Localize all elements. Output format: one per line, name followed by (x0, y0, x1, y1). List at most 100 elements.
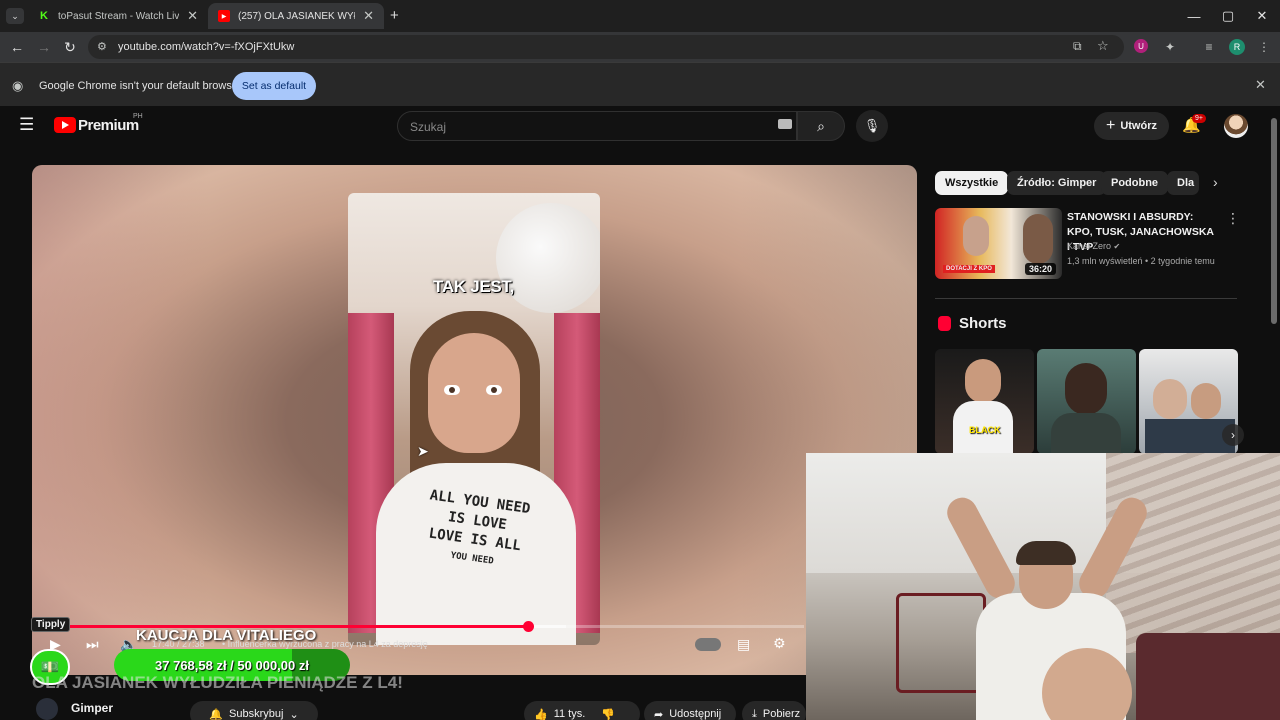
set-as-default-button[interactable]: Set as default (232, 72, 316, 100)
microphone-icon: 🎙 (863, 118, 881, 133)
youtube-logo-icon[interactable] (54, 117, 76, 133)
account-avatar[interactable] (1224, 114, 1248, 138)
short-thumbnail[interactable] (1037, 349, 1136, 454)
download-icon: ⤓ (752, 707, 757, 720)
youtube-brand[interactable]: Premium (78, 117, 139, 134)
subscribe-label: Subskrybuj (229, 708, 284, 720)
recommendation-thumbnail[interactable]: DOTACJI Z KPO 36:20 (935, 208, 1062, 279)
thumb-person (1191, 383, 1221, 419)
reload-icon[interactable]: ↻ (61, 38, 79, 56)
chevron-down-icon: ⌄ (289, 708, 299, 720)
subtitles-icon[interactable]: ▤ (737, 636, 750, 653)
search-button[interactable]: ⌕ (797, 111, 845, 141)
plus-icon: + (1105, 117, 1116, 134)
close-infobar-icon[interactable]: ✕ (1255, 77, 1266, 93)
settings-gear-icon[interactable]: ⚙ (773, 635, 786, 652)
back-arrow-icon[interactable]: ← (8, 38, 26, 56)
webcam-staircase (1106, 453, 1280, 653)
like-button[interactable]: 👍 11 tys. 👎 (524, 701, 640, 720)
close-window-button[interactable]: ✕ (1252, 6, 1272, 26)
search-icon: ⌕ (817, 117, 825, 134)
site-info-icon[interactable]: ⚙ (97, 40, 107, 53)
search-input[interactable]: Szukaj (397, 111, 797, 141)
short-thumbnail[interactable]: BLACK (935, 349, 1034, 454)
webcam-sofa (1136, 633, 1280, 720)
channel-name[interactable]: Gimper (71, 701, 113, 715)
recommendation-channel[interactable]: Kanał Zero ✔ (1067, 241, 1120, 251)
chip-similar[interactable]: Podobne (1101, 171, 1169, 195)
share-button[interactable]: ➦ Udostępnij (644, 701, 736, 720)
reading-list-icon[interactable]: ≡ (1201, 39, 1217, 55)
shorts-icon (938, 316, 951, 331)
minimize-button[interactable]: — (1184, 6, 1204, 26)
page-scrollbar[interactable] (1271, 118, 1277, 324)
chip-for-you[interactable]: Dla (1167, 171, 1199, 195)
donation-goal-title: KAUCJA DLA VITALIEGO (136, 627, 317, 644)
create-label: Utwórz (1120, 120, 1157, 132)
subscribe-button[interactable]: 🔔 Subskrybuj ⌄ (190, 701, 318, 720)
close-tab-icon[interactable]: ✕ (187, 8, 198, 24)
maximize-button[interactable]: ▢ (1218, 6, 1238, 26)
duration-badge: 36:20 (1024, 263, 1056, 275)
default-browser-infobar: ◉ Google Chrome isn't your default brows… (0, 62, 1280, 106)
webcam-chair (896, 593, 986, 693)
youtube-header: ☰ Premium PH Szukaj ⌕ 🎙 + Utwórz 🔔 9+ (0, 106, 1280, 146)
webcam-person-hair (1016, 541, 1076, 565)
video-player[interactable]: ALL YOU NEED IS LOVE LOVE IS ALL YOU NEE… (32, 165, 917, 675)
keyboard-icon[interactable] (778, 119, 792, 129)
thumbs-down-icon[interactable]: 👎 (601, 708, 615, 720)
shorts-next-icon[interactable]: › (1222, 424, 1244, 446)
forward-arrow-icon[interactable]: → (35, 38, 53, 56)
video-title: OLA JASIANEK WYŁUDZIŁA PIENIĄDZE Z L4! (32, 673, 403, 692)
short-caption: BLACK (969, 425, 1001, 435)
tab-youtube[interactable]: ▶ (257) OLA JASIANEK WYŁUDZIŁA ✕ (208, 3, 384, 29)
url-text: youtube.com/watch?v=-fXOjFXtUkw (118, 41, 295, 53)
infobar-message: Google Chrome isn't your default browser (39, 80, 242, 92)
chip-source-gimper[interactable]: Źródło: Gimper (1007, 171, 1107, 195)
tab-kick[interactable]: K toPasut Stream - Watch Live on ✕ (28, 3, 208, 29)
mouse-cursor-icon: ➤ (417, 443, 429, 459)
verified-icon: ✔ (1113, 242, 1121, 251)
download-button[interactable]: ⤓ Pobierz (742, 701, 806, 720)
thumb-person (1023, 214, 1053, 264)
close-tab-icon[interactable]: ✕ (363, 8, 374, 24)
next-video-icon[interactable]: ⏭ (86, 636, 99, 653)
tab-strip: ⌄ K toPasut Stream - Watch Live on ✕ ▶ (… (0, 0, 1280, 32)
more-options-icon[interactable]: ⋮ (1226, 210, 1240, 227)
thumb-person (1153, 379, 1187, 419)
autoplay-toggle[interactable] (695, 638, 721, 651)
bookmark-star-icon[interactable]: ☆ (1097, 38, 1109, 54)
video-caption: TAK JEST, (433, 277, 515, 296)
menu-kebab-icon[interactable]: ⋮ (1256, 39, 1272, 55)
cast-icon[interactable]: ⧉ (1073, 39, 1082, 54)
hamburger-menu-icon[interactable]: ☰ (19, 115, 34, 135)
thumbs-up-icon: 👍 (534, 708, 548, 720)
extension-icon[interactable]: U (1134, 39, 1148, 53)
notification-count-badge: 9+ (1192, 114, 1206, 123)
search-placeholder: Szukaj (410, 120, 447, 134)
create-button[interactable]: + Utwórz (1094, 112, 1169, 140)
tab-search-icon[interactable]: ⌄ (6, 8, 24, 24)
new-tab-button[interactable]: + (390, 7, 399, 24)
share-icon: ➦ (654, 708, 664, 720)
download-label: Pobierz (762, 708, 801, 720)
tipply-label: Tipply (31, 617, 71, 632)
thumbnail-text: DOTACJI Z KPO (943, 265, 995, 273)
tab-label: (257) OLA JASIANEK WYŁUDZIŁA (238, 10, 355, 22)
region-code: PH (133, 113, 143, 120)
profile-avatar-icon[interactable]: R (1229, 39, 1245, 55)
thumb-person (1065, 363, 1107, 415)
scrubber-handle[interactable] (522, 621, 534, 632)
puzzle-extensions-icon[interactable]: ✦ (1162, 39, 1178, 55)
vertical-video-frame: ALL YOU NEED IS LOVE LOVE IS ALL YOU NEE… (348, 193, 600, 645)
chip-all[interactable]: Wszystkie (935, 171, 1009, 195)
channel-avatar[interactable] (36, 698, 58, 720)
recommendation-meta: 1,3 mln wyświetleń • 2 tygodnie temu (1067, 256, 1215, 266)
youtube-favicon-icon: ▶ (218, 10, 230, 22)
shorts-heading: Shorts (959, 315, 1007, 332)
chevron-right-icon[interactable]: › (1213, 174, 1218, 190)
voice-search-button[interactable]: 🎙 (856, 110, 888, 142)
browser-toolbar: ← → ↻ ⚙ youtube.com/watch?v=-fXOjFXtUkw … (0, 32, 1280, 62)
share-label: Udostępnij (669, 708, 722, 720)
address-bar[interactable]: ⚙ youtube.com/watch?v=-fXOjFXtUkw ⧉ ☆ (88, 35, 1124, 59)
